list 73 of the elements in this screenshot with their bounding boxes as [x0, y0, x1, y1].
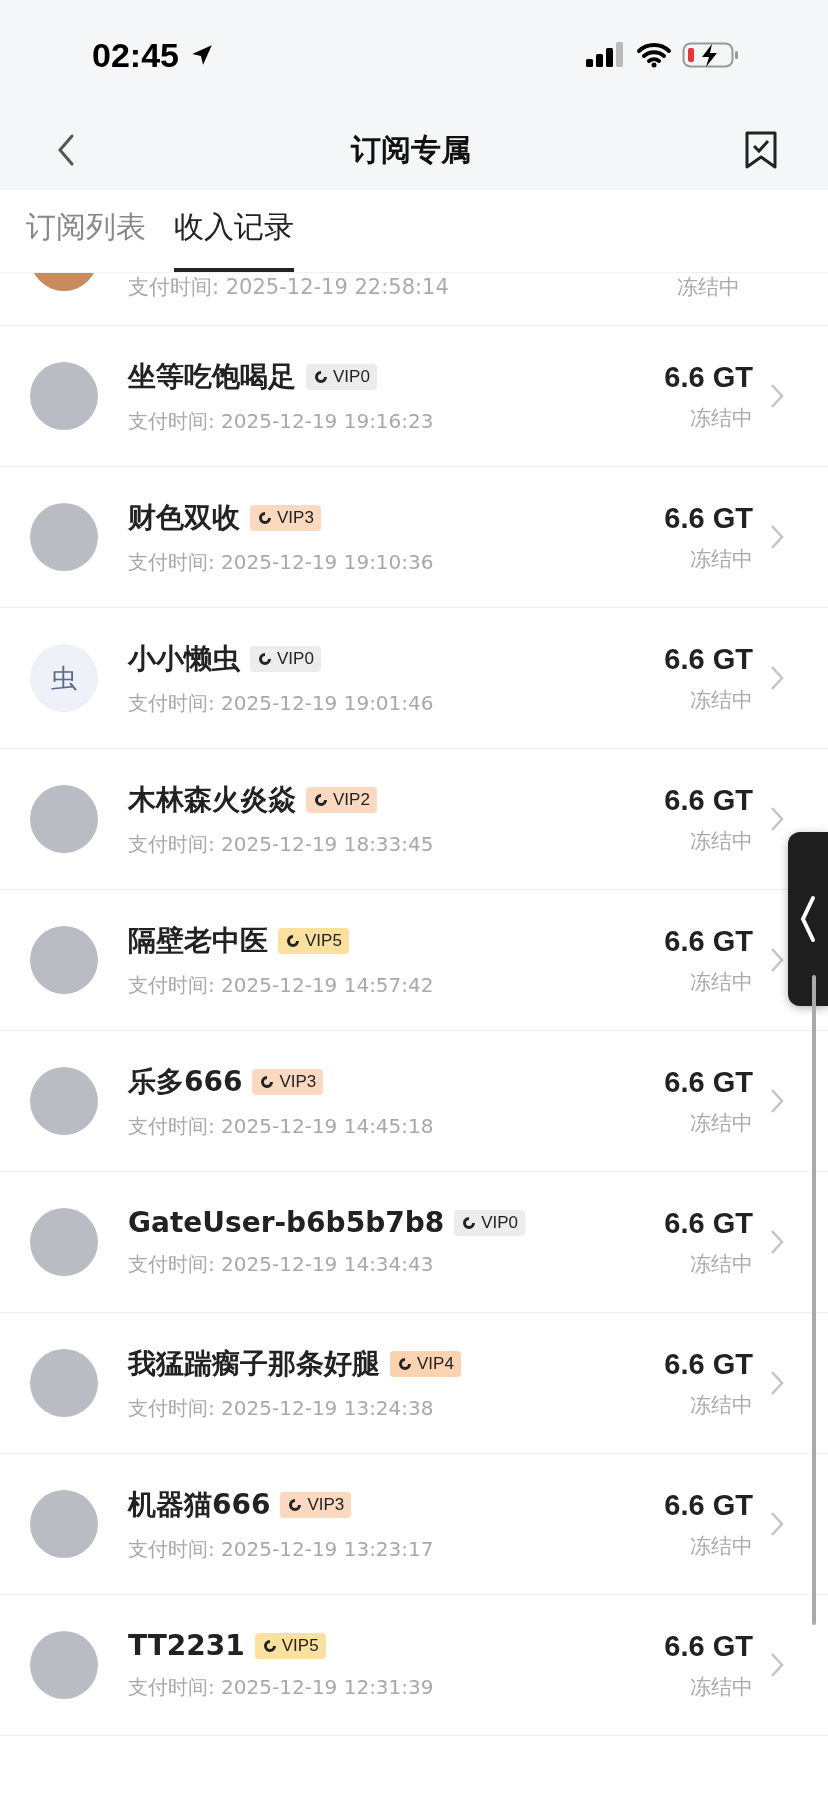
- amount: 6.6 GT: [664, 1629, 753, 1663]
- amount: 6.6 GT: [664, 1488, 753, 1522]
- payment-time: 支付时间: 2025-12-19 19:16:23: [128, 407, 434, 435]
- chevron-right-icon: [771, 1370, 784, 1396]
- status-text: 冻结中: [690, 1250, 753, 1278]
- chevron-left-icon: [800, 895, 816, 943]
- chevron-right-icon: [771, 1511, 784, 1537]
- side-drawer-handle[interactable]: [788, 832, 828, 1006]
- chevron-right-icon: [771, 806, 784, 832]
- payment-time: 支付时间: 2025-12-19 19:10:36: [128, 548, 434, 576]
- status-text: 冻结中: [690, 686, 753, 714]
- vip-badge: VIP2: [306, 786, 377, 813]
- tab[interactable]: 订阅列表: [26, 207, 146, 272]
- vip-badge: VIP5: [254, 1632, 326, 1659]
- payment-time: 支付时间: 2025-12-19 14:34:43: [128, 1251, 434, 1278]
- payment-time: 支付时间: 2025-12-19 19:01:46: [128, 689, 434, 717]
- vip-badge: VIP5: [278, 927, 349, 954]
- status-text: 冻结中: [690, 1673, 753, 1701]
- status-text: 冻结中: [690, 1109, 753, 1137]
- status-text: 冻结中: [690, 827, 753, 855]
- user-name: 木林森火炎焱: [128, 781, 296, 818]
- user-name: 乐多666: [128, 1063, 243, 1100]
- tab[interactable]: 收入记录: [174, 207, 294, 272]
- payment-time: 支付时间: 2025-12-19 14:45:18: [128, 1112, 434, 1140]
- vip-badge: VIP4: [390, 1350, 461, 1377]
- vip-badge: VIP3: [280, 1491, 352, 1518]
- amount: 6.6 GT: [664, 501, 753, 535]
- user-name: 小小懒虫: [128, 640, 240, 677]
- chevron-right-icon: [771, 665, 784, 691]
- status-text: 冻结中: [690, 1391, 753, 1419]
- vip-badge: VIP0: [454, 1209, 526, 1236]
- amount: 6.6 GT: [664, 1065, 753, 1099]
- page-title: 订阅专属: [350, 130, 471, 169]
- status-text: 冻结中: [690, 968, 753, 996]
- payment-time: 支付时间: 2025-12-19 14:57:42: [128, 971, 434, 999]
- amount: 6.6 GT: [664, 1206, 753, 1240]
- chevron-right-icon: [771, 1088, 784, 1114]
- amount: 6.6 GT: [664, 360, 753, 394]
- chevron-right-icon: [771, 1652, 784, 1678]
- status-text: 冻结中: [690, 404, 753, 432]
- status-text: 冻结中: [690, 545, 753, 573]
- user-name: 隔壁老中医: [128, 922, 268, 959]
- user-name: 机器猫666: [128, 1486, 271, 1523]
- user-name: TT2231: [128, 1629, 245, 1662]
- amount: 6.6 GT: [664, 924, 753, 958]
- vip-badge: VIP0: [306, 363, 377, 390]
- amount: 6.6 GT: [664, 783, 753, 817]
- amount: 6.6 GT: [664, 1347, 753, 1381]
- status-text: 冻结中: [677, 274, 740, 301]
- user-name: 我猛踹瘸子那条好腿: [128, 1345, 380, 1382]
- payment-time: 支付时间: 2025-12-19 13:24:38: [128, 1394, 434, 1422]
- vip-badge: VIP0: [250, 645, 321, 672]
- user-name: GateUser-b6b5b7b8: [128, 1206, 445, 1239]
- signal-icon: [586, 42, 626, 68]
- status-time: 02:45: [92, 35, 179, 75]
- chevron-right-icon: [771, 383, 784, 409]
- user-name: 坐等吃饱喝足: [128, 358, 296, 395]
- payment-time: 支付时间: 2025-12-19 12:31:39: [128, 1674, 434, 1701]
- payment-time: 支付时间: 2025-12-19 18:33:45: [128, 830, 434, 858]
- battery-charging-icon: [682, 41, 740, 69]
- chevron-right-icon: [771, 524, 784, 550]
- chevron-right-icon: [771, 947, 784, 973]
- chevron-right-icon: [771, 1229, 784, 1255]
- vip-badge: VIP3: [252, 1068, 324, 1095]
- status-text: 冻结中: [690, 1532, 753, 1560]
- vip-badge: VIP3: [250, 504, 321, 531]
- user-name: 财色双收: [128, 499, 240, 536]
- bookmark-check-icon[interactable]: [744, 130, 778, 170]
- avatar-initial: 虫: [30, 644, 98, 712]
- payment-time: 支付时间: 2025-12-19 13:23:17: [128, 1535, 434, 1563]
- payment-time: 支付时间: 2025-12-19 22:58:14: [128, 274, 449, 301]
- amount: 6.6 GT: [664, 642, 753, 676]
- wifi-icon: [636, 42, 672, 68]
